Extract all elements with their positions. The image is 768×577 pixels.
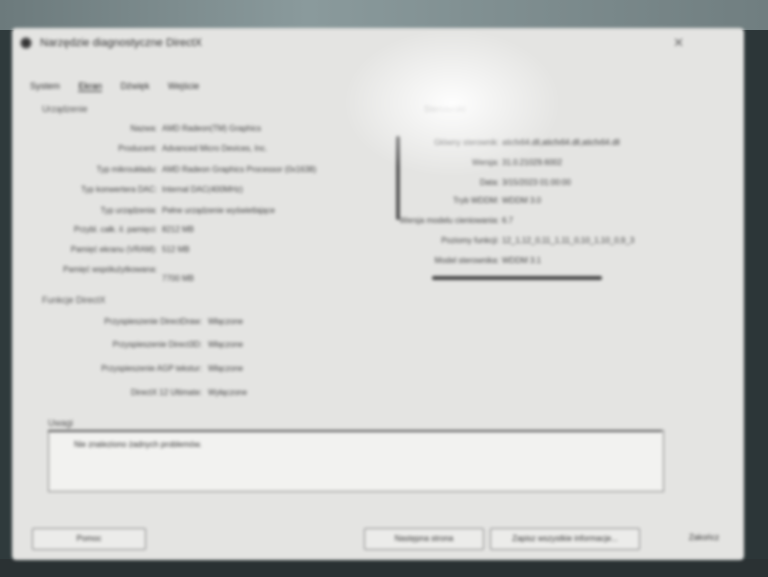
directx-diagnostic-window: Narzędzie diagnostyczne DirectX ✕ System… bbox=[12, 28, 744, 560]
device-label: Typ mikroukładu: bbox=[96, 165, 157, 174]
tab-system[interactable]: System bbox=[30, 81, 60, 91]
feature-label: Przyspieszenie Direct3D: bbox=[112, 340, 202, 349]
help-button[interactable]: Pomoc bbox=[32, 528, 146, 550]
monitor-bezel-top bbox=[0, 0, 768, 30]
device-value: 7700 MB bbox=[162, 274, 195, 283]
driver-value: 12_1,12_0,11_1,11_0,10_1,10_0,9_3 bbox=[502, 236, 635, 245]
monitor-bezel-right bbox=[742, 30, 768, 577]
device-value: AMD Radeon Graphics Processor (0x1638) bbox=[162, 165, 317, 174]
close-icon[interactable]: ✕ bbox=[673, 35, 684, 51]
tab-input[interactable]: Wejście bbox=[168, 81, 199, 91]
driver-label: Główny sterownik: bbox=[434, 138, 499, 147]
driver-label: Data: bbox=[479, 178, 499, 187]
feature-value: Włączone bbox=[208, 340, 244, 349]
driver-value: WDDM 3.1 bbox=[502, 256, 542, 265]
tab-sound[interactable]: Dźwięk bbox=[120, 81, 149, 91]
device-value: 8212 MB bbox=[162, 225, 195, 234]
feature-label: Przyspieszenie AGP tekstur: bbox=[101, 364, 202, 373]
device-label: Przybl. całk. il. pamięci: bbox=[73, 225, 157, 234]
device-label: Producent: bbox=[118, 144, 157, 153]
device-label: Nazwa: bbox=[130, 124, 157, 133]
device-label: Pamięć ekranu (VRAM): bbox=[70, 245, 157, 254]
driver-value: 6.7 bbox=[502, 216, 514, 225]
device-value: 512 MB bbox=[162, 245, 190, 254]
device-section-title: Urządzenie bbox=[42, 104, 88, 114]
notes-box-border bbox=[48, 430, 662, 432]
feature-value: Wyłączone bbox=[208, 388, 248, 397]
features-section-title: Funkcje DirectX bbox=[42, 295, 106, 305]
exit-button[interactable]: Zakończ bbox=[680, 528, 728, 548]
driver-value: 31.0.21029.6002 bbox=[502, 158, 563, 167]
title-bar: Narzędzie diagnostyczne DirectX ✕ bbox=[12, 28, 744, 60]
feature-value: Włączone bbox=[208, 364, 244, 373]
device-label: Typ konwertera DAC: bbox=[80, 185, 157, 194]
notes-text: Nie znaleziono żadnych problemów. bbox=[74, 440, 202, 449]
notes-section-title: Uwagi bbox=[48, 418, 74, 428]
device-label: Pamięć współużytkowana: bbox=[63, 265, 157, 274]
monitor-bezel-bottom bbox=[0, 559, 768, 577]
device-value: Internal DAC(400MHz) bbox=[162, 185, 243, 194]
device-value: Advanced Micro Devices, Inc. bbox=[162, 144, 268, 153]
driver-label: Wersja: bbox=[472, 158, 499, 167]
device-label: Typ urządzenia: bbox=[100, 206, 157, 215]
device-value: AMD Radeon(TM) Graphics bbox=[162, 124, 262, 133]
tab-bar: System Ekran Dźwięk Wejście bbox=[30, 76, 213, 92]
feature-label: DirectX 12 Ultimate: bbox=[130, 388, 202, 397]
drivers-section-title: Sterowniki bbox=[424, 104, 466, 114]
driver-label: Poziomy funkcji: bbox=[441, 236, 499, 245]
driver-value: WDDM 3.0 bbox=[502, 196, 542, 205]
device-value: Pełne urządzenie wyświetlające bbox=[162, 206, 275, 215]
driver-label: Tryb WDDM: bbox=[453, 196, 499, 205]
window-title: Narzędzie diagnostyczne DirectX bbox=[40, 37, 203, 49]
driver-label: Wersja modelu cieniowania: bbox=[399, 216, 499, 225]
tab-display[interactable]: Ekran bbox=[78, 81, 102, 92]
next-page-button[interactable]: Następna strona bbox=[364, 528, 484, 550]
feature-value: Włączone bbox=[208, 317, 244, 326]
driver-value: aticfx64.dll,aticfx64.dll,aticfx64.dll bbox=[502, 138, 620, 147]
driver-label: Model sterownika: bbox=[434, 256, 499, 265]
driver-value: 3/15/2023 01:00:00 bbox=[502, 178, 571, 187]
drivers-horizontal-scrollbar[interactable] bbox=[432, 276, 602, 280]
save-all-info-button[interactable]: Zapisz wszystkie informacje... bbox=[490, 528, 640, 550]
feature-label: Przyspieszenie DirectDraw: bbox=[104, 317, 202, 326]
directx-app-icon bbox=[20, 37, 32, 49]
